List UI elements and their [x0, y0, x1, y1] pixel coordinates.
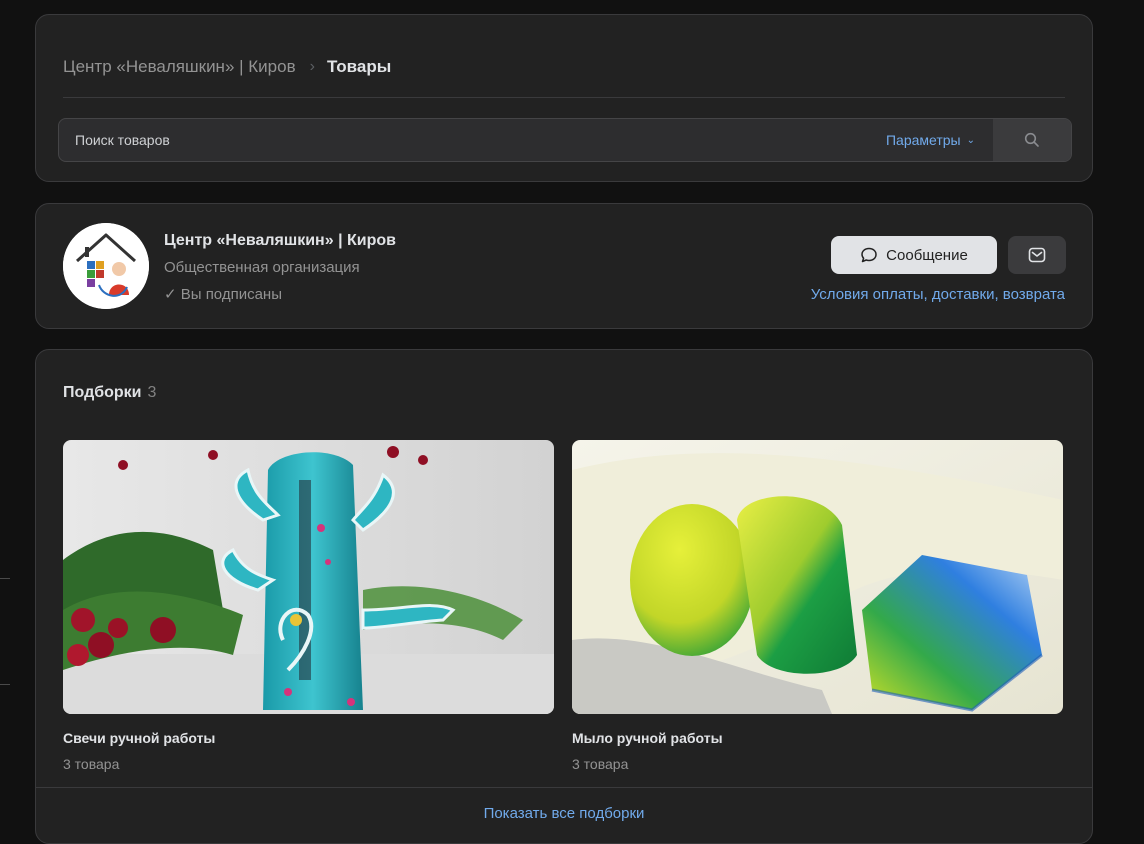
header-divider [63, 97, 1065, 98]
community-logo [63, 223, 149, 309]
breadcrumb: Центр «Неваляшкин» | Киров › Товары [63, 57, 391, 77]
search-bar: Поиск товаров Параметры ⌄ [58, 118, 1072, 162]
collection-name[interactable]: Свечи ручной работы [63, 730, 554, 746]
collection-count: 3 товара [572, 756, 629, 772]
collections-card: Подборки 3 Свечи ручной работы 3 товара … [35, 349, 1093, 844]
collections-footer-divider [36, 787, 1092, 788]
chat-bubble-icon [861, 247, 877, 263]
search-button[interactable] [993, 119, 1071, 161]
collection-count: 3 товара [63, 756, 120, 772]
collection-tile-candles[interactable]: Свечи ручной работы 3 товара [63, 440, 554, 772]
breadcrumb-community-link[interactable]: Центр «Неваляшкин» | Киров [63, 57, 296, 77]
show-all-collections-link[interactable]: Показать все подборки [36, 805, 1092, 822]
collections-heading: Подборки 3 [63, 384, 156, 402]
community-type: Общественная организация [164, 259, 360, 276]
terms-link[interactable]: Условия оплаты, доставки, возврата [811, 286, 1065, 303]
mail-icon [1028, 247, 1046, 263]
collection-name[interactable]: Мыло ручной работы [572, 730, 1063, 746]
collection-image-soap [572, 440, 1063, 714]
edge-mark [0, 684, 10, 685]
breadcrumb-current: Товары [326, 57, 392, 76]
collections-title: Подборки [63, 384, 142, 401]
breadcrumb-separator: › [309, 58, 315, 75]
message-button-label: Сообщение [886, 246, 968, 264]
community-profile-card: Центр «Неваляшкин» | Киров Общественная … [35, 203, 1093, 329]
chevron-down-icon: ⌄ [966, 134, 975, 146]
search-input[interactable]: Поиск товаров [75, 132, 170, 148]
subscription-status: ✓ Вы подписаны [164, 286, 282, 303]
mail-button[interactable] [1008, 236, 1066, 274]
edge-mark [0, 578, 10, 579]
community-name[interactable]: Центр «Неваляшкин» | Киров [164, 232, 396, 250]
collection-tile-soap[interactable]: Мыло ручной работы 3 товара [572, 440, 1063, 772]
community-avatar[interactable] [63, 223, 149, 309]
search-params-label: Параметры [885, 132, 961, 148]
collection-image-candles [63, 440, 554, 714]
search-params-dropdown[interactable]: Параметры ⌄ [886, 132, 975, 148]
market-header-card: Центр «Неваляшкин» | Киров › Товары Поис… [35, 14, 1093, 182]
search-icon [1024, 132, 1039, 147]
collections-count: 3 [147, 384, 157, 401]
message-button[interactable]: Сообщение [831, 236, 997, 274]
